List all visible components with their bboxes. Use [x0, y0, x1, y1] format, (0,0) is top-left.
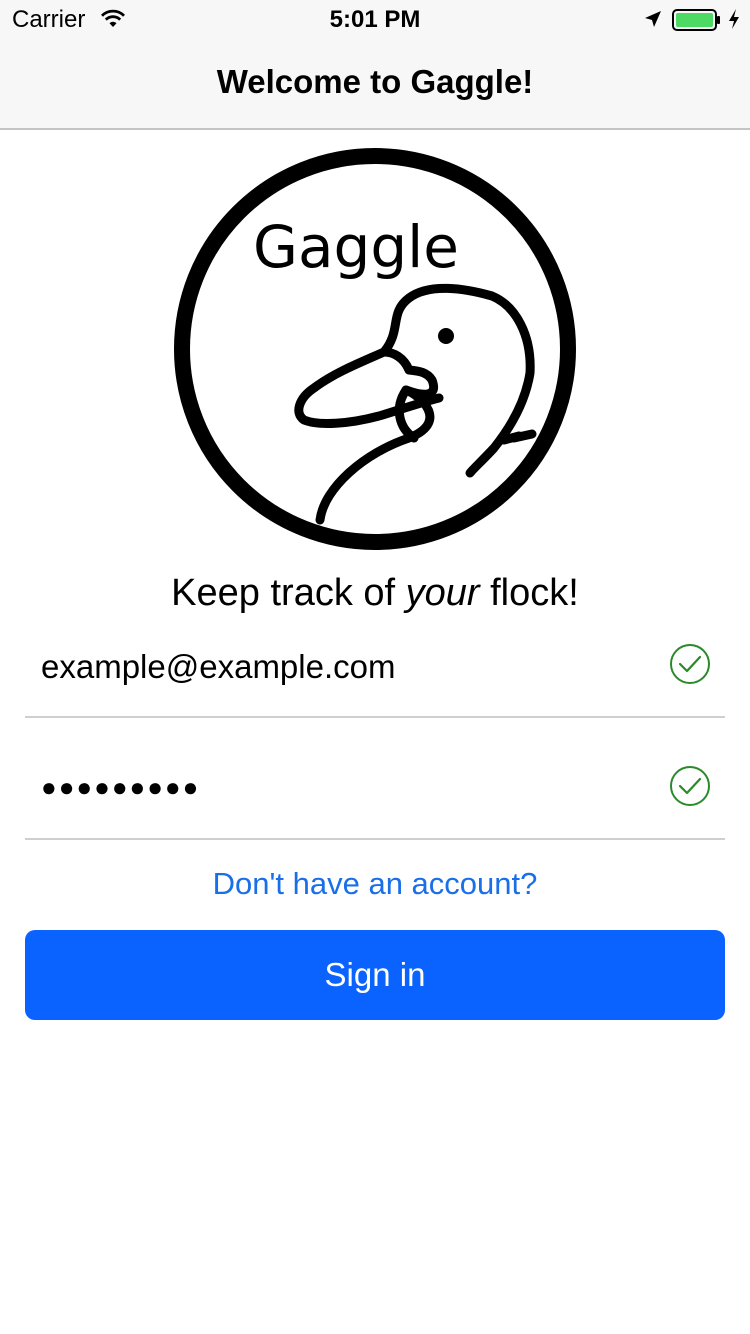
tagline-prefix: Keep track of: [171, 572, 406, 614]
gaggle-logo: Gaggle: [174, 148, 576, 550]
tagline-suffix: flock!: [479, 572, 579, 614]
password-value[interactable]: ●●●●●●●●●: [41, 772, 200, 803]
battery-icon: [672, 9, 722, 36]
checkmark-circle-icon: [669, 643, 711, 690]
location-arrow-icon: [643, 9, 663, 34]
email-field[interactable]: example@example.com: [25, 626, 725, 718]
logo-brand-text: Gaggle: [253, 213, 459, 281]
email-value[interactable]: example@example.com: [41, 648, 395, 686]
nav-title: Welcome to Gaggle!: [216, 63, 534, 100]
status-bar: Carrier 5:01 PM: [0, 0, 750, 40]
tagline: Keep track of your flock!: [0, 572, 750, 615]
signup-link[interactable]: Don't have an account?: [0, 866, 750, 902]
checkmark-circle-icon: [669, 765, 711, 812]
password-field[interactable]: ●●●●●●●●●: [25, 748, 725, 840]
signin-button[interactable]: Sign in: [25, 930, 725, 1020]
charging-bolt-icon: [727, 8, 741, 35]
tagline-emphasis: your: [405, 572, 480, 614]
status-time: 5:01 PM: [329, 6, 421, 33]
navigation-bar: Welcome to Gaggle!: [0, 40, 750, 130]
